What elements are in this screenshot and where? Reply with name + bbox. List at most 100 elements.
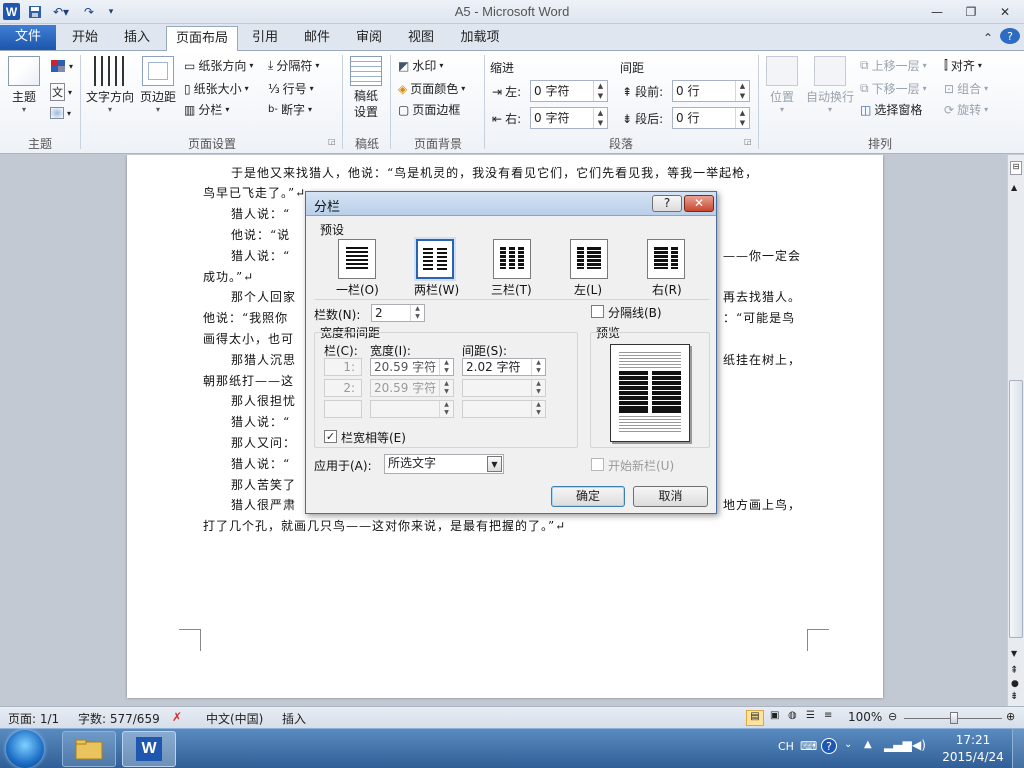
help-icon[interactable]: ? <box>1000 28 1020 44</box>
page-color-button[interactable]: ◈ 页面颜色 ▾ <box>398 80 465 97</box>
spacing-before-input[interactable]: 0 行 ▲ ▼ <box>672 80 750 102</box>
selection-pane-button[interactable]: ◫ 选择窗格 <box>860 101 922 118</box>
print-layout-view-icon[interactable]: ▤ <box>746 710 764 726</box>
watermark-button[interactable]: ◩ 水印 ▾ <box>398 57 443 74</box>
network-icon[interactable]: ▂▄▆ <box>884 738 912 752</box>
line-between-checkbox[interactable] <box>591 305 604 318</box>
clock-date[interactable]: 2015/4/24 <box>940 750 1006 764</box>
status-word-count[interactable]: 字数: 577/659 <box>78 710 160 727</box>
tab-home[interactable]: 开始 <box>62 26 108 51</box>
theme-effects-icon[interactable]: ▾ <box>50 107 71 119</box>
web-layout-view-icon[interactable]: ◍ <box>788 710 797 721</box>
zoom-slider-thumb[interactable] <box>950 712 958 724</box>
dialog-help-button[interactable]: ? <box>652 195 682 212</box>
preset-left[interactable] <box>570 239 608 279</box>
breaks-button[interactable]: ⤓ 分隔符 ▾ <box>268 57 319 74</box>
dialog-close-button[interactable]: ✕ <box>684 195 714 212</box>
minimize-button[interactable]: — <box>922 2 952 21</box>
start-new-column-checkbox[interactable] <box>591 458 604 471</box>
manuscript-setup-button[interactable]: 稿纸 设置 <box>350 56 382 120</box>
clock-time[interactable]: 17:21 <box>940 733 1006 747</box>
column-count-input[interactable]: 2 ▲ ▼ <box>371 304 425 322</box>
volume-icon[interactable]: ◀) <box>912 738 926 752</box>
rotate-button[interactable]: ⟳ 旋转 ▾ <box>944 101 988 118</box>
orientation-button[interactable]: ▭ 纸张方向 ▾ <box>184 57 253 74</box>
input-language[interactable]: CH <box>778 740 794 753</box>
zoom-out-icon[interactable]: ⊖ <box>888 710 897 723</box>
scroll-thumb[interactable] <box>1009 380 1023 638</box>
prev-page-icon[interactable]: ⇞ <box>1010 665 1018 676</box>
tab-file[interactable]: 文件 <box>0 25 56 50</box>
proofing-icon[interactable]: ✗ <box>172 710 182 724</box>
tab-insert[interactable]: 插入 <box>114 26 160 51</box>
show-desktop-button[interactable] <box>1012 729 1024 768</box>
themes-button[interactable]: 主题 ▾ <box>8 56 40 114</box>
size-button[interactable]: ▯ 纸张大小 ▾ <box>184 80 249 97</box>
taskbar-explorer[interactable] <box>62 731 116 767</box>
full-screen-view-icon[interactable]: ▣ <box>770 710 779 721</box>
group-button[interactable]: ⊡ 组合 ▾ <box>944 80 988 97</box>
status-language[interactable]: 中文(中国) <box>206 710 263 727</box>
preset-right[interactable] <box>647 239 685 279</box>
text-direction-button[interactable]: 文字方向 ▾ <box>86 56 134 114</box>
restore-button[interactable]: ❐ <box>956 2 986 21</box>
status-insert-mode[interactable]: 插入 <box>282 710 306 727</box>
vertical-scrollbar[interactable]: ⊟ ▲ ▼ ⇞ ● ⇟ <box>1007 155 1024 706</box>
columns-button[interactable]: ▥ 分栏 ▾ <box>184 101 229 118</box>
preset-one-column[interactable] <box>338 239 376 279</box>
col-1-spacing-input[interactable]: 2.02 字符 ▲ ▼ <box>462 358 546 376</box>
scroll-down-icon[interactable]: ▼ <box>1011 649 1017 658</box>
indent-left-input[interactable]: 0 字符 ▲ ▼ <box>530 80 608 102</box>
wrap-text-button[interactable]: 自动换行 ▾ <box>806 56 854 114</box>
ime-help-icon[interactable]: ? <box>821 738 837 754</box>
spacing-after-input[interactable]: 0 行 ▲ ▼ <box>672 107 750 129</box>
theme-fonts-icon[interactable]: 文 ▾ <box>50 83 72 101</box>
zoom-in-icon[interactable]: ⊕ <box>1006 710 1015 723</box>
paragraph-launcher-icon[interactable]: ◲ <box>744 137 752 146</box>
scroll-up-icon[interactable]: ▲ <box>1011 183 1017 192</box>
preset-three-columns[interactable] <box>493 239 531 279</box>
margin-corner-mark <box>807 629 829 651</box>
keyboard-icon[interactable]: ⌨ <box>800 739 817 753</box>
tab-mailings[interactable]: 邮件 <box>296 26 338 51</box>
ime-options-icon[interactable]: ⌄ <box>844 739 852 750</box>
ribbon-collapse-icon[interactable]: ⌃ <box>978 28 998 47</box>
outline-view-icon[interactable]: ☰ <box>806 710 815 721</box>
start-button[interactable] <box>6 730 44 768</box>
page-setup-launcher-icon[interactable]: ◲ <box>328 137 336 146</box>
cancel-button[interactable]: 取消 <box>633 486 708 507</box>
page-borders-button[interactable]: ▢ 页面边框 <box>398 101 460 118</box>
tab-references[interactable]: 引用 <box>244 26 286 51</box>
ruler-toggle-icon[interactable]: ⊟ <box>1010 161 1022 175</box>
col-1-width-input[interactable]: 20.59 字符 ▲ ▼ <box>370 358 454 376</box>
tab-view[interactable]: 视图 <box>400 26 442 51</box>
taskbar-word[interactable]: W <box>122 731 176 767</box>
browse-object-icon[interactable]: ● <box>1011 679 1019 689</box>
zoom-level[interactable]: 100% <box>848 710 882 724</box>
preset-two-columns[interactable] <box>416 239 454 279</box>
apply-to-select[interactable]: 所选文字 ▼ <box>384 454 504 474</box>
position-button[interactable]: 位置 ▾ <box>766 56 798 114</box>
draft-view-icon[interactable]: ≡ <box>824 710 832 721</box>
equal-width-checkbox[interactable]: ✓ <box>324 430 337 443</box>
ok-button[interactable]: 确定 <box>551 486 625 507</box>
bring-forward-button[interactable]: ⧉ 上移一层 ▾ <box>860 57 927 74</box>
align-button[interactable]: ⫿ 对齐 ▾ <box>944 57 982 74</box>
indent-right-input[interactable]: 0 字符 ▲ ▼ <box>530 107 608 129</box>
margins-button[interactable]: 页边距 ▾ <box>140 56 176 114</box>
tab-addins[interactable]: 加载项 <box>452 26 508 51</box>
col-3-spacing-input[interactable]: ▲ ▼ <box>462 400 546 418</box>
next-page-icon[interactable]: ⇟ <box>1010 691 1018 702</box>
status-page[interactable]: 页面: 1/1 <box>8 710 59 727</box>
show-hidden-icons-icon[interactable]: ▲ <box>864 739 872 750</box>
line-numbers-button[interactable]: ⅓ 行号 ▾ <box>268 80 314 97</box>
hyphenation-button[interactable]: b- 断字 ▾ <box>268 101 312 118</box>
col-2-width-input[interactable]: 20.59 字符 ▲ ▼ <box>370 379 454 397</box>
tab-page-layout[interactable]: 页面布局 <box>166 26 238 52</box>
theme-colors-icon[interactable]: ▾ <box>50 59 73 73</box>
tab-review[interactable]: 审阅 <box>348 26 390 51</box>
send-backward-button[interactable]: ⧉ 下移一层 ▾ <box>860 80 927 97</box>
col-3-width-input[interactable]: ▲ ▼ <box>370 400 454 418</box>
close-window-button[interactable]: ✕ <box>990 2 1020 21</box>
col-2-spacing-input[interactable]: ▲ ▼ <box>462 379 546 397</box>
